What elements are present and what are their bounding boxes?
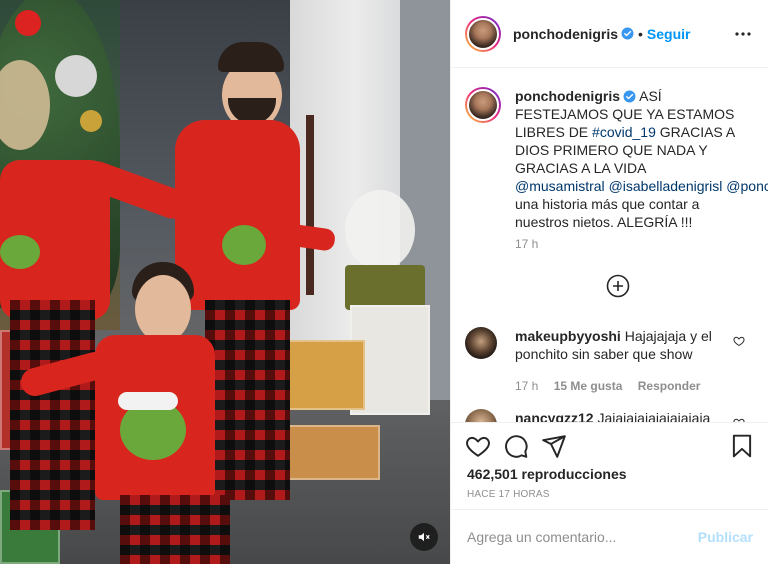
mute-icon [418,532,430,542]
bookmark-icon[interactable] [729,433,755,459]
view-count[interactable]: 462,501 reproducciones [467,466,627,482]
comment-body: makeupbyyoshi Hajajajaja y el ponchito s… [515,327,725,395]
commenter-avatar[interactable] [465,409,497,422]
publish-button[interactable]: Publicar [698,529,753,545]
comment-likes[interactable]: 15 Me gusta [554,379,623,393]
flower-pot [345,265,425,310]
mention-link[interactable]: @musamistral [515,178,605,194]
hashtag-link[interactable]: #covid_19 [592,124,656,140]
commenter-avatar[interactable] [465,327,497,359]
post-panel: ponchodenigris • Seguir ponchodenigris A… [450,0,768,564]
comment-body: nancygzz12 Jajajajajajajajajaja [515,409,725,422]
grinch-print [222,225,266,265]
mention-link[interactable]: @ponchitodenigris [726,178,768,194]
heart-icon[interactable] [465,433,491,459]
more-options-icon[interactable] [731,22,755,46]
verified-badge-icon [623,90,636,103]
child-face [135,275,191,343]
comment-item: nancygzz12 Jajajajajajajajajaja [465,409,755,422]
adult-shirt [175,120,300,310]
beanie [218,42,284,72]
ornament [80,110,102,132]
gift-box [285,340,365,410]
action-icons [465,433,755,463]
caption: ponchodenigris ASÍ FESTEJAMOS QUE YA EST… [465,87,768,231]
share-icon[interactable] [541,433,567,459]
post-header: ponchodenigris • Seguir [451,0,768,68]
ornament [15,10,41,36]
separator-dot: • [638,25,643,42]
adult-pants [205,300,290,500]
post-actions: 462,501 reproducciones HACE 17 HORAS [451,422,768,516]
author-avatar[interactable] [465,15,501,52]
comment-meta: 17 h 15 Me gusta Responder [515,377,725,395]
caption-author-avatar[interactable] [465,87,501,123]
plant-stem [306,115,314,295]
verified-badge-icon [621,27,634,40]
comment-username[interactable]: nancygzz12 [515,410,594,422]
post-date[interactable]: HACE 17 HORAS [467,489,550,500]
ornament [55,55,97,97]
flowers [345,190,415,270]
caption-part: una historia más que contar a nuestros n… [515,196,700,230]
comment-username[interactable]: makeupbyyoshi [515,328,621,344]
grinch-print [0,235,40,269]
comment-item: makeupbyyoshi Hajajajaja y el ponchito s… [465,327,755,395]
comment-icon[interactable] [503,433,529,459]
reply-button[interactable]: Responder [638,379,701,393]
grinch-hat [118,392,178,410]
follow-button[interactable]: Seguir [647,26,691,42]
load-more-icon[interactable] [606,274,630,298]
woman-pants [10,300,95,530]
mention-link[interactable]: @isabelladenigrisl [609,178,723,194]
post-video[interactable] [0,0,450,564]
caption-text: ponchodenigris ASÍ FESTEJAMOS QUE YA EST… [515,87,768,231]
mute-button[interactable] [410,523,438,551]
header-info: ponchodenigris • Seguir [513,26,690,42]
author-username[interactable]: ponchodenigris [513,26,618,42]
comment-time[interactable]: 17 h [515,379,538,393]
heart-icon[interactable] [733,335,745,347]
caption-username[interactable]: ponchodenigris [515,88,620,104]
comment-input[interactable] [467,529,690,545]
add-comment-bar: Publicar [451,509,768,564]
child-pants [120,495,230,564]
comments-section[interactable]: ponchodenigris ASÍ FESTEJAMOS QUE YA EST… [451,69,768,422]
caption-timestamp[interactable]: 17 h [515,237,538,251]
comment-text: Jajajajajajajajajaja [597,410,711,422]
